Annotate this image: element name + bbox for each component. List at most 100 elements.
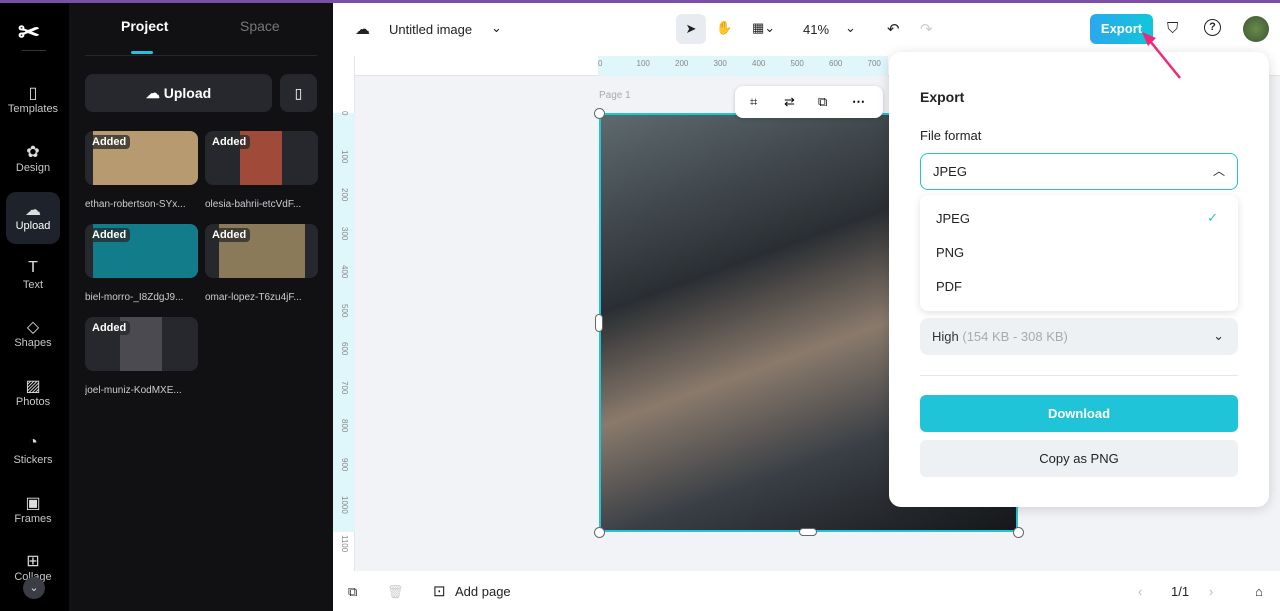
file-format-options: JPEG ✓ PNG PDF — [920, 195, 1238, 311]
copy-as-png-button[interactable]: Copy as PNG — [920, 440, 1238, 477]
file-name: joel-muniz-KodMXE... — [85, 385, 182, 396]
prev-page-icon[interactable]: ‹ — [1138, 584, 1142, 599]
layout-icon[interactable]: ▦⌄ — [752, 20, 775, 36]
divider — [920, 375, 1238, 376]
ruler-tick-label: 1000 — [340, 496, 349, 514]
chevron-down-icon: ⌄ — [1213, 328, 1224, 343]
avatar[interactable] — [1243, 16, 1269, 42]
page-counter: 1/1 — [1171, 584, 1190, 599]
zoom-level[interactable]: 41% — [803, 22, 829, 37]
templates-icon: ▯ — [28, 85, 38, 102]
option-jpeg[interactable]: JPEG — [936, 211, 970, 226]
rail-item-text[interactable]: T Text — [6, 251, 60, 303]
selected-format: JPEG — [933, 164, 967, 179]
document-title[interactable]: Untitled image — [389, 22, 472, 37]
chevron-up-icon: ︿ — [1212, 164, 1225, 178]
ruler-tick-label: 200 — [675, 59, 689, 68]
ruler-tick-label: 800 — [340, 419, 349, 433]
duplicate-icon[interactable]: ⧉ — [818, 94, 827, 110]
rail-item-label: Photos — [15, 395, 51, 408]
chevron-down-icon[interactable]: ⌄ — [23, 577, 45, 599]
file-thumbnail[interactable]: Added — [85, 317, 198, 371]
rail-item-stickers[interactable]: ◔ Stickers — [6, 426, 60, 478]
added-badge: Added — [88, 135, 131, 149]
ruler-tick-label: 1100 — [340, 534, 349, 552]
rail-item-photos[interactable]: ▨ Photos — [6, 368, 60, 420]
ruler-tick-label: 500 — [790, 59, 804, 68]
option-pdf[interactable]: PDF — [936, 279, 962, 294]
quality-size: (154 KB - 308 KB) — [962, 329, 1068, 344]
resize-handle[interactable] — [594, 527, 605, 538]
crop-icon[interactable]: ⌗ — [750, 94, 757, 110]
upload-button[interactable]: ☁ Upload — [85, 74, 272, 112]
rail-item-label: Templates — [7, 103, 59, 115]
ruler-tick-label: 900 — [340, 457, 349, 471]
rail-item-shapes[interactable]: ◇ Shapes — [6, 309, 60, 361]
option-png[interactable]: PNG — [936, 245, 964, 260]
file-thumbnail[interactable]: Added — [205, 131, 318, 185]
upload-label: Upload — [163, 85, 212, 101]
resize-handle[interactable] — [1013, 527, 1024, 538]
file-thumbnail[interactable]: Added — [85, 131, 198, 185]
cloud-upload-icon: ☁ — [145, 85, 164, 101]
ruler-tick-label: 600 — [340, 342, 349, 356]
add-page-icon[interactable]: ⊡ — [433, 582, 446, 600]
duplicate-page-icon[interactable]: ⧉ — [348, 584, 357, 600]
hand-tool-icon[interactable]: ✋ — [716, 20, 732, 36]
rail-item-design[interactable]: ✿ Design — [6, 134, 60, 186]
ruler-tick-label: 100 — [636, 59, 650, 68]
zoom-dropdown-icon[interactable]: ⌄ — [845, 20, 856, 36]
file-name: olesia-bahrii-etcVdF... — [205, 199, 302, 210]
select-tool-icon[interactable]: ➤ — [676, 14, 706, 44]
help-icon[interactable]: ? — [1204, 19, 1221, 36]
tab-project[interactable]: Project — [121, 18, 168, 34]
design-icon: ✿ — [26, 143, 40, 161]
replace-icon[interactable]: ⇄ — [784, 94, 795, 110]
lock-icon[interactable]: ⌂ — [1255, 584, 1263, 599]
ruler-tick-label: 700 — [340, 380, 349, 394]
frames-icon: ▣ — [25, 494, 41, 512]
file-format-label: File format — [920, 128, 982, 143]
file-format-select[interactable]: JPEG ︿ — [920, 153, 1238, 190]
ruler-tick-label: 400 — [752, 59, 766, 68]
ruler-tick-label: 200 — [340, 188, 349, 202]
check-icon: ✓ — [1207, 210, 1218, 225]
redo-icon[interactable]: ↷ — [920, 20, 933, 38]
ruler-tick-label: 700 — [867, 59, 881, 68]
file-thumbnail[interactable]: Added — [205, 224, 318, 278]
add-page-button[interactable]: Add page — [455, 584, 511, 599]
trash-icon[interactable]: 🗑 — [387, 584, 404, 600]
ruler-tick-label: 0 — [598, 59, 603, 68]
undo-icon[interactable]: ↶ — [887, 20, 900, 38]
resize-handle[interactable] — [595, 314, 603, 332]
next-page-icon[interactable]: › — [1209, 584, 1213, 599]
capcut-logo: ✂ — [18, 17, 40, 47]
resize-handle[interactable] — [799, 528, 817, 536]
more-icon[interactable]: ⋯ — [852, 94, 865, 110]
export-title: Export — [920, 89, 965, 105]
ruler-tick-label: 300 — [713, 59, 727, 68]
resize-handle[interactable] — [594, 108, 605, 119]
phone-icon: ▯ — [294, 85, 303, 101]
chevron-down-icon[interactable]: ⌄ — [491, 20, 502, 36]
file-name: biel-morro-_I8ZdgJ9... — [85, 292, 184, 303]
rail-item-label: Shapes — [14, 337, 52, 349]
pointer-arrow-annotation — [1142, 32, 1181, 79]
tab-divider — [85, 55, 317, 56]
ruler-tick-label: 0 — [340, 111, 349, 116]
photos-icon: ▨ — [25, 377, 41, 395]
quality-select[interactable]: High (154 KB - 308 KB) ⌄ — [920, 318, 1238, 355]
text-icon: T — [28, 258, 38, 276]
bottom-bar: ⧉ 🗑 ⊡ Add page ‹ 1/1 › ⌂ — [333, 571, 1280, 611]
rail-item-frames[interactable]: ▣ Frames — [6, 485, 60, 537]
tab-space[interactable]: Space — [240, 18, 280, 34]
file-thumbnail[interactable]: Added — [85, 224, 198, 278]
ruler-tick-label: 100 — [340, 149, 349, 163]
phone-upload-button[interactable]: ▯ — [280, 74, 317, 112]
cloud-sync-icon[interactable]: ☁ — [355, 20, 370, 38]
added-badge: Added — [208, 228, 251, 242]
rail-item-templates[interactable]: ▯ Templates — [6, 75, 60, 127]
rail-item-upload[interactable]: ☁ Upload — [6, 192, 60, 244]
download-button[interactable]: Download — [920, 395, 1238, 432]
ruler-tick-label: 600 — [829, 59, 843, 68]
